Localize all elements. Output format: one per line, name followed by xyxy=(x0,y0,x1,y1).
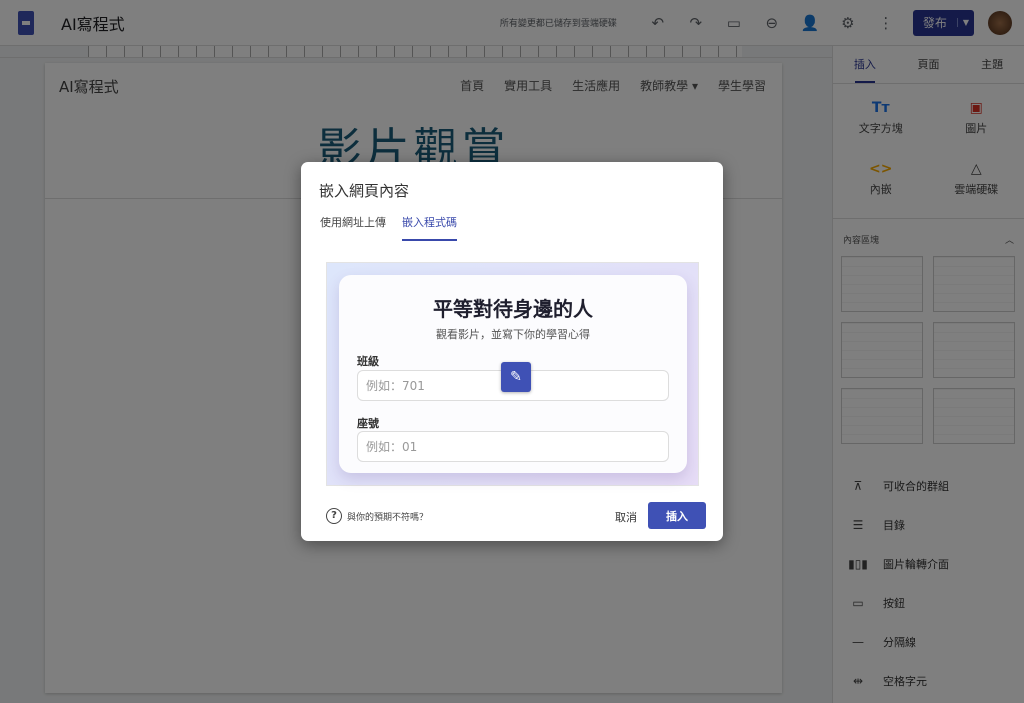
tab-embed-code[interactable]: 嵌入程式碼 xyxy=(402,214,457,241)
preview-subtitle: 觀看影片，並寫下你的學習心得 xyxy=(436,328,590,341)
seat-label: 座號 xyxy=(357,417,379,430)
edit-pencil-icon[interactable]: ✎ xyxy=(501,362,531,392)
tab-by-url[interactable]: 使用網址上傳 xyxy=(320,214,386,241)
class-label: 班級 xyxy=(357,355,379,368)
seat-input[interactable] xyxy=(357,431,669,462)
embed-dialog: 嵌入網頁內容 使用網址上傳 嵌入程式碼 平等對待身邊的人 觀看影片，並寫下你的學… xyxy=(301,162,723,541)
dialog-title: 嵌入網頁內容 xyxy=(319,182,410,200)
help-link[interactable]: ? 與你的預期不符嗎？ xyxy=(326,508,428,524)
preview-title: 平等對待身邊的人 xyxy=(433,297,593,321)
help-icon: ? xyxy=(326,508,342,524)
cancel-button[interactable]: 取消 xyxy=(607,503,645,531)
help-text[interactable]: 與你的預期不符嗎？ xyxy=(347,510,428,523)
insert-button[interactable]: 插入 xyxy=(648,502,706,529)
